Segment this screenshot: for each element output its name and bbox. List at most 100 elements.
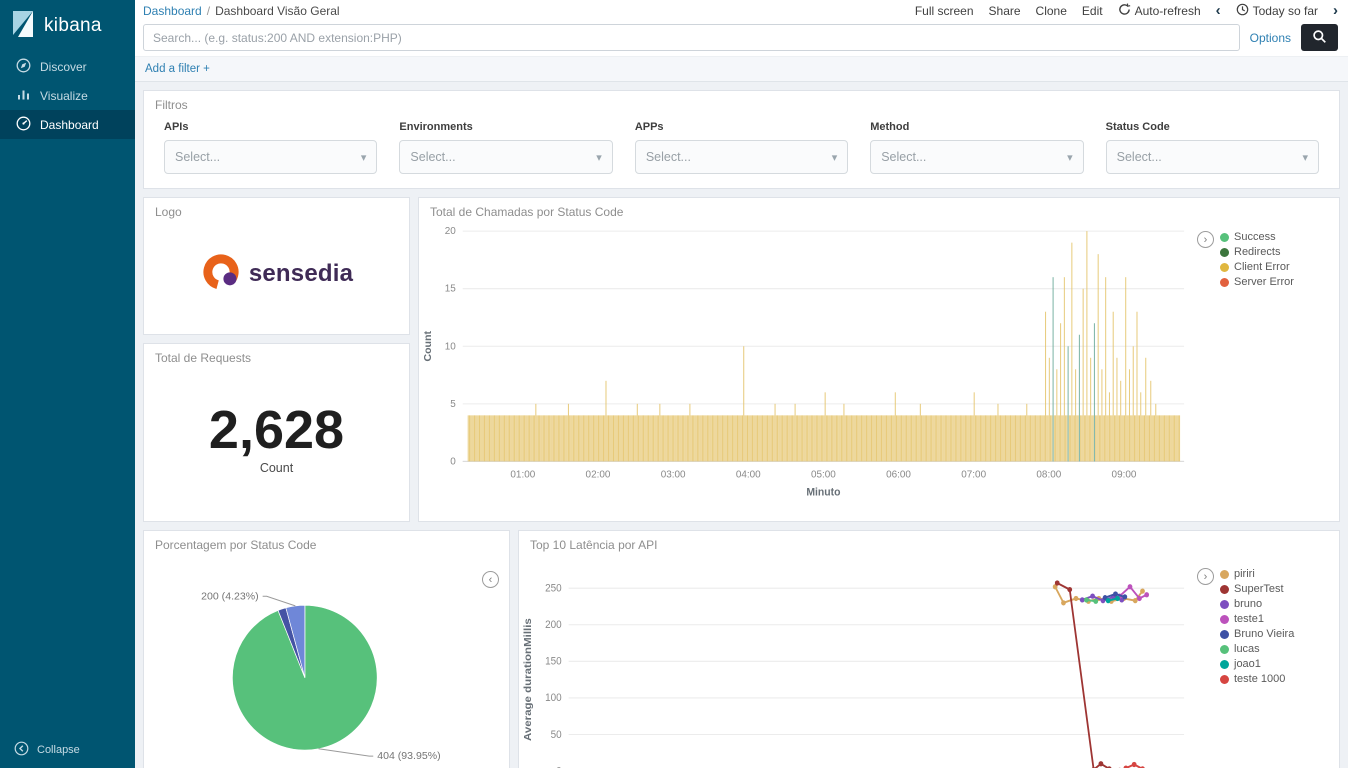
svg-text:0: 0 <box>450 456 456 467</box>
sidebar-item-dashboard[interactable]: Dashboard <box>0 110 135 139</box>
bar-chart-wrap: 0510152001:0002:0003:0004:0005:0006:0007… <box>419 219 1339 521</box>
legend-item[interactable]: lucas <box>1220 643 1294 655</box>
filter-fields: APIs Select... Environments Select... AP… <box>144 112 1339 174</box>
method-select[interactable]: Select... <box>870 140 1083 174</box>
breadcrumb-separator: / <box>207 4 210 18</box>
auto-refresh-button[interactable]: Auto-refresh <box>1118 3 1201 19</box>
sidebar-nav: Discover Visualize <box>0 52 135 139</box>
svg-text:06:00: 06:00 <box>886 470 911 481</box>
sidebar-item-visualize[interactable]: Visualize <box>0 81 135 110</box>
metric-label: Count <box>260 461 293 475</box>
status-code-bar-panel: Total de Chamadas por Status Code 051015… <box>418 197 1340 522</box>
svg-text:200 (4.23%): 200 (4.23%) <box>201 590 258 602</box>
status-code-pie-chart[interactable]: 200 (4.23%)404 (93.95%) <box>144 552 509 768</box>
dashboard-row-2: Logo sensedia Total de <box>143 197 1340 522</box>
select-value: Select... <box>646 150 691 164</box>
legend-label: Client Error <box>1234 261 1290 273</box>
svg-text:5: 5 <box>450 399 456 410</box>
breadcrumb: Dashboard / Dashboard Visão Geral <box>143 4 340 18</box>
svg-text:01:00: 01:00 <box>510 470 535 481</box>
svg-text:02:00: 02:00 <box>586 470 611 481</box>
select-value: Select... <box>1117 150 1162 164</box>
legend-toggle-button[interactable] <box>482 571 499 588</box>
svg-text:10: 10 <box>445 341 456 352</box>
legend-item[interactable]: Bruno Vieira <box>1220 628 1294 640</box>
legend-color-dot <box>1220 600 1229 609</box>
clock-icon <box>1236 3 1249 19</box>
sensedia-logo: sensedia <box>144 219 409 329</box>
clone-button[interactable]: Clone <box>1036 4 1067 18</box>
add-filter-link[interactable]: Add a filter + <box>145 63 210 75</box>
apps-select[interactable]: Select... <box>635 140 848 174</box>
kibana-brand[interactable]: kibana <box>0 0 135 52</box>
svg-text:200: 200 <box>545 620 562 632</box>
logo-panel: Logo sensedia <box>143 197 410 335</box>
search-input[interactable] <box>143 24 1240 51</box>
legend-color-dot <box>1220 630 1229 639</box>
edit-button[interactable]: Edit <box>1082 4 1103 18</box>
panel-title: Total de Chamadas por Status Code <box>419 198 1339 219</box>
refresh-icon <box>1118 3 1131 19</box>
status-code-pie-panel: Porcentagem por Status Code 200 (4.23%)4… <box>143 530 510 768</box>
legend-item[interactable]: SuperTest <box>1220 583 1294 595</box>
select-value: Select... <box>881 150 926 164</box>
auto-refresh-label: Auto-refresh <box>1135 4 1201 18</box>
kibana-logo-icon <box>10 10 36 43</box>
panel-title: Porcentagem por Status Code <box>144 531 509 552</box>
collapse-nav-button[interactable]: Collapse <box>0 732 135 768</box>
field-label: Method <box>870 121 1083 133</box>
status-code-bar-chart[interactable]: 0510152001:0002:0003:0004:0005:0006:0007… <box>419 219 1197 521</box>
svg-text:04:00: 04:00 <box>736 470 761 481</box>
panel-title: Top 10 Latência por API <box>519 531 1339 552</box>
legend-color-dot <box>1220 660 1229 669</box>
search-button[interactable] <box>1301 24 1338 51</box>
time-forward-chevron-button[interactable] <box>1333 3 1338 18</box>
legend-color-dot <box>1220 263 1229 272</box>
svg-text:150: 150 <box>545 656 562 668</box>
breadcrumb-current: Dashboard Visão Geral <box>215 4 340 18</box>
svg-text:09:00: 09:00 <box>1112 470 1137 481</box>
total-requests-panel: Total de Requests 2,628 Count <box>143 343 410 522</box>
legend-color-dot <box>1220 645 1229 654</box>
sidebar-item-discover[interactable]: Discover <box>0 52 135 81</box>
share-button[interactable]: Share <box>989 4 1021 18</box>
legend-color-dot <box>1220 675 1229 684</box>
global-nav-sidebar: kibana Discover <box>0 0 135 768</box>
full-screen-button[interactable]: Full screen <box>915 4 974 18</box>
legend-item[interactable]: bruno <box>1220 598 1294 610</box>
breadcrumb-dashboard-link[interactable]: Dashboard <box>143 4 202 18</box>
legend-item[interactable]: teste 1000 <box>1220 673 1294 685</box>
legend-item[interactable]: Server Error <box>1220 276 1294 288</box>
status-code-select[interactable]: Select... <box>1106 140 1319 174</box>
legend-item[interactable]: Success <box>1220 231 1294 243</box>
metric-body: 2,628 Count <box>144 365 409 512</box>
legend-toggle-button[interactable] <box>1197 231 1214 248</box>
options-link[interactable]: Options <box>1250 31 1291 45</box>
top-navbar: Dashboard / Dashboard Visão Geral Full s… <box>135 0 1348 21</box>
latency-line-chart[interactable]: 05010015020025001:0002:0003:0004:0005:00… <box>519 552 1197 768</box>
legend-item[interactable]: piriri <box>1220 568 1294 580</box>
legend-item[interactable]: joao1 <box>1220 658 1294 670</box>
legend-label: Success <box>1234 231 1276 243</box>
field-label: APIs <box>164 121 377 133</box>
legend-item[interactable]: Client Error <box>1220 261 1294 273</box>
environments-select[interactable]: Select... <box>399 140 612 174</box>
legend-item[interactable]: teste1 <box>1220 613 1294 625</box>
legend-item[interactable]: Redirects <box>1220 246 1294 258</box>
svg-text:08:00: 08:00 <box>1036 470 1061 481</box>
time-range-picker[interactable]: Today so far <box>1236 3 1318 19</box>
apis-select[interactable]: Select... <box>164 140 377 174</box>
svg-text:07:00: 07:00 <box>961 470 986 481</box>
legend-toggle-button[interactable] <box>1197 568 1214 585</box>
time-back-chevron-button[interactable] <box>1216 3 1221 18</box>
legend-label: lucas <box>1234 643 1260 655</box>
collapse-arrow-icon <box>14 741 29 759</box>
select-value: Select... <box>175 150 220 164</box>
latency-line-panel: Top 10 Latência por API 0501001502002500… <box>518 530 1340 768</box>
legend-color-dot <box>1220 585 1229 594</box>
search-icon <box>1312 29 1327 47</box>
panel-title: Logo <box>144 198 409 219</box>
left-column: Logo sensedia Total de <box>143 197 410 522</box>
line-chart-wrap: 05010015020025001:0002:0003:0004:0005:00… <box>519 552 1339 768</box>
compass-icon <box>16 58 31 76</box>
